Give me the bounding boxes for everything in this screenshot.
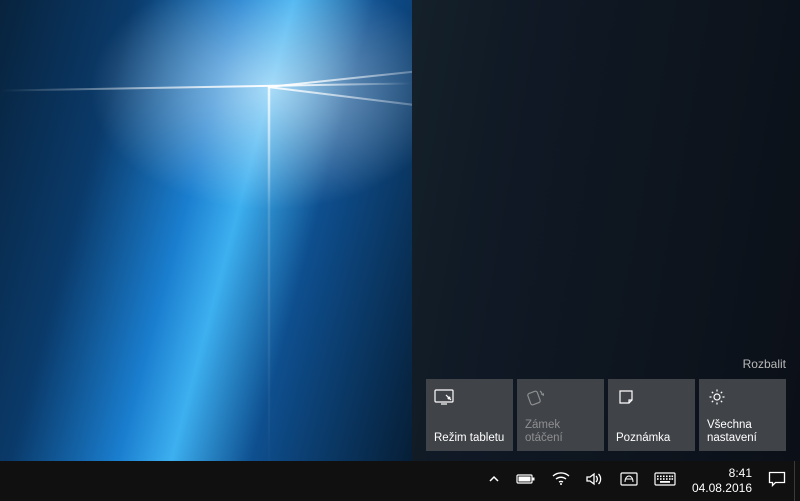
tray-touch-keyboard[interactable] (646, 461, 684, 501)
tile-tablet-mode[interactable]: Režim tabletu (426, 379, 513, 451)
tray-overflow-button[interactable] (480, 461, 508, 501)
chevron-up-icon (488, 472, 500, 490)
tile-note[interactable]: Poznámka (608, 379, 695, 451)
wifi-icon (552, 472, 570, 491)
tile-all-settings[interactable]: Všechna nastavení (699, 379, 786, 451)
volume-icon (586, 472, 604, 491)
tray-action-center-button[interactable] (760, 461, 794, 501)
show-desktop-button[interactable] (794, 461, 800, 501)
system-tray: 8:41 04.08.2016 (480, 461, 800, 501)
action-center-icon (768, 471, 786, 492)
tile-label: Všechna nastavení (707, 419, 778, 445)
battery-icon (516, 472, 536, 490)
touch-keyboard-icon (654, 472, 676, 491)
gear-icon (707, 387, 727, 407)
quick-actions-row: Režim tabletu Zámek otáčení (426, 379, 786, 451)
tablet-mode-icon (434, 387, 454, 407)
light-streak-1 (268, 65, 412, 88)
rotation-lock-icon (525, 387, 545, 407)
tile-rotation-lock[interactable]: Zámek otáčení (517, 379, 604, 451)
taskbar: 8:41 04.08.2016 (0, 461, 800, 501)
taskbar-clock[interactable]: 8:41 04.08.2016 (684, 461, 760, 501)
note-icon (616, 387, 636, 407)
tray-language[interactable] (612, 461, 646, 501)
tile-label: Zámek otáčení (525, 419, 596, 445)
tray-network[interactable] (544, 461, 578, 501)
clock-time: 8:41 (729, 466, 752, 481)
expand-button[interactable]: Rozbalit (426, 357, 786, 371)
desktop-wallpaper[interactable] (0, 0, 412, 461)
tray-volume[interactable] (578, 461, 612, 501)
tile-label: Režim tabletu (434, 432, 505, 445)
action-center-panel: Rozbalit Režim tabletu (412, 0, 800, 461)
screen: Rozbalit Režim tabletu (0, 0, 800, 501)
language-icon (620, 472, 638, 491)
tray-battery[interactable] (508, 461, 544, 501)
light-streak-2 (268, 86, 412, 112)
tile-label: Poznámka (616, 432, 687, 445)
clock-date: 04.08.2016 (692, 481, 752, 496)
